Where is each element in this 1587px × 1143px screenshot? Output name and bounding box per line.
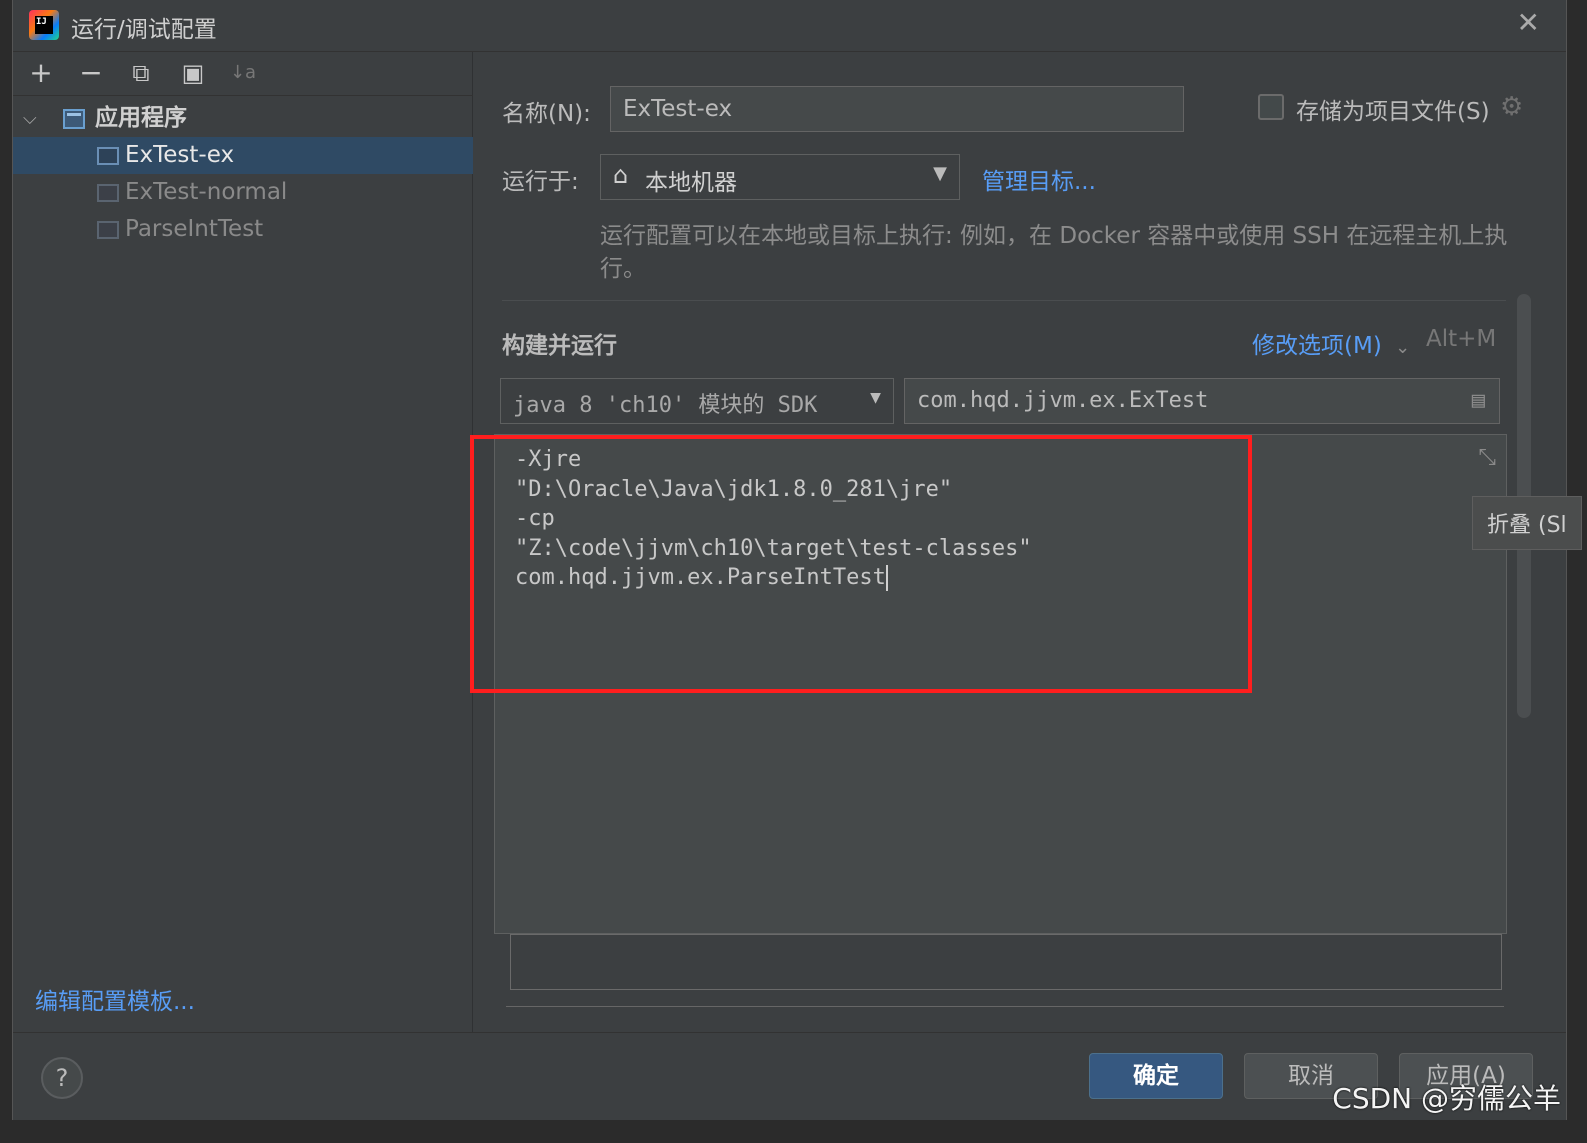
application-folder-icon xyxy=(63,109,85,129)
run-on-label: 运行于: xyxy=(502,169,579,195)
tree-item-extest-normal[interactable]: ExTest-normal xyxy=(13,174,473,211)
tree-item-label: ExTest-normal xyxy=(125,179,288,205)
move-into-folder-icon[interactable]: ▣ xyxy=(177,58,209,90)
run-on-target-value: 本地机器 xyxy=(645,170,737,196)
close-icon[interactable]: ✕ xyxy=(1517,6,1540,39)
configurations-sidebar: + − ⧉ ▣ ↓a ⌵ 应用程序 ExTest-ex ExTest-norma… xyxy=(13,52,473,1032)
help-button[interactable]: ? xyxy=(41,1057,83,1099)
chevron-down-icon[interactable]: ⌵ xyxy=(23,100,37,137)
main-class-value: com.hqd.jjvm.ex.ExTest xyxy=(917,388,1209,413)
tree-group-application[interactable]: ⌵ 应用程序 xyxy=(13,100,473,137)
secondary-field[interactable] xyxy=(510,934,1502,990)
build-and-run-title: 构建并运行 xyxy=(502,333,617,359)
run-debug-configurations-dialog: IJ 运行/调试配置 ✕ + − ⧉ ▣ ↓a ⌵ 应用程序 ExTest-ex… xyxy=(12,0,1582,1120)
chevron-down-icon: ▼ xyxy=(933,163,947,184)
home-icon: ⌂ xyxy=(613,161,629,189)
name-label: 名称(N): xyxy=(502,101,591,127)
main-class-field[interactable]: com.hqd.jjvm.ex.ExTest ▤ xyxy=(904,378,1500,424)
modify-options-label: 修改选项(M) xyxy=(1252,333,1382,359)
manage-targets-link[interactable]: 管理目标... xyxy=(982,162,1096,196)
add-configuration-icon[interactable]: + xyxy=(25,58,57,90)
collapse-tooltip: 折叠 (Sl xyxy=(1472,496,1582,550)
modify-options-shortcut: Alt+M xyxy=(1426,326,1497,352)
application-config-icon xyxy=(97,147,119,165)
collapse-icon[interactable]: ⤡ xyxy=(1478,445,1496,470)
gear-icon[interactable]: ⚙ xyxy=(1500,92,1523,122)
sdk-select[interactable]: java 8 'ch10' 模块的 SDK ▼ xyxy=(500,378,894,424)
run-target-hint: 运行配置可以在本地或目标上执行: 例如，在 Docker 容器中或使用 SSH … xyxy=(600,223,1508,282)
sdk-value: java 8 'ch10' 模块的 SDK xyxy=(513,393,818,418)
csdn-watermark: CSDN @穷儒公羊 xyxy=(1332,1082,1561,1115)
intellij-idea-icon: IJ xyxy=(29,10,59,40)
browse-class-icon[interactable]: ▤ xyxy=(1472,379,1485,423)
application-config-icon xyxy=(97,221,119,239)
store-as-project-file-checkbox[interactable] xyxy=(1258,94,1284,120)
tree-item-label: ExTest-ex xyxy=(125,142,235,168)
background-edge xyxy=(0,0,12,1143)
configurations-tree: ⌵ 应用程序 ExTest-ex ExTest-normal ParseIntT… xyxy=(13,100,473,248)
modify-options-link[interactable]: 修改选项(M) ⌄ xyxy=(1252,326,1410,360)
section-divider xyxy=(502,300,1506,301)
tree-item-label: ParseIntTest xyxy=(125,216,264,242)
copy-configuration-icon[interactable]: ⧉ xyxy=(125,58,157,90)
remove-configuration-icon[interactable]: − xyxy=(75,58,107,90)
sort-configurations-icon[interactable]: ↓a xyxy=(227,58,259,90)
edit-configuration-templates-link[interactable]: 编辑配置模板... xyxy=(35,982,195,1016)
store-as-project-file-label: 存储为项目文件(S) xyxy=(1296,99,1490,125)
dialog-title: 运行/调试配置 xyxy=(71,17,217,43)
chevron-down-icon: ⌄ xyxy=(1395,337,1411,358)
highlight-box xyxy=(470,435,1252,693)
chevron-down-icon: ▼ xyxy=(870,387,881,408)
sidebar-toolbar: + − ⧉ ▣ ↓a xyxy=(13,52,473,96)
configuration-editor: 名称(N): ExTest-ex 存储为项目文件(S) ⚙ 运行于: ⌂ 本地机… xyxy=(470,52,1582,1032)
tree-item-extest-ex[interactable]: ExTest-ex xyxy=(13,137,473,174)
tree-item-parseinttest[interactable]: ParseIntTest xyxy=(13,211,473,248)
title-bar: IJ 运行/调试配置 ✕ xyxy=(13,0,1566,52)
application-config-icon xyxy=(97,184,119,202)
name-field[interactable]: ExTest-ex xyxy=(610,86,1184,132)
field-bottom-border xyxy=(506,1006,1504,1007)
run-on-target-select[interactable]: ⌂ 本地机器 ▼ xyxy=(600,154,960,200)
tree-group-label: 应用程序 xyxy=(95,105,187,131)
ok-button[interactable]: 确定 xyxy=(1089,1053,1223,1099)
